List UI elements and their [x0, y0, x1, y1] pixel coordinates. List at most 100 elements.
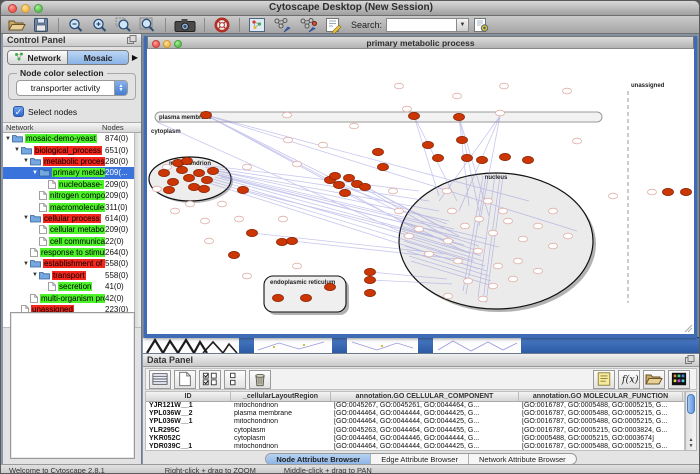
- tab-network[interactable]: Network: [8, 51, 67, 64]
- folder-button[interactable]: [643, 370, 665, 389]
- fx-button[interactable]: f(x): [618, 370, 640, 389]
- network-node[interactable]: [182, 157, 193, 164]
- tree-row[interactable]: ▼cellular process614(0): [3, 213, 141, 224]
- scrollbar-arrows[interactable]: ▲▼: [686, 437, 696, 449]
- zoom-selected-button[interactable]: [112, 16, 136, 33]
- background-window-fragment[interactable]: [347, 337, 418, 353]
- network-node[interactable]: [184, 174, 195, 181]
- tree-row[interactable]: response to stimulu264(0): [3, 247, 141, 258]
- network-node[interactable]: [159, 169, 170, 176]
- background-window-edge[interactable]: [521, 337, 699, 353]
- save-button[interactable]: [29, 16, 53, 33]
- network-node[interactable]: [277, 238, 288, 245]
- network-node[interactable]: [663, 188, 674, 195]
- tree-scrollbar[interactable]: [134, 133, 141, 327]
- network-window-titlebar[interactable]: primary metabolic process: [147, 36, 694, 49]
- network-node[interactable]: [164, 186, 175, 193]
- network-node[interactable]: [344, 174, 355, 181]
- zoom-in-button[interactable]: [88, 16, 112, 33]
- tree-expander-icon[interactable]: ▼: [23, 215, 30, 221]
- network-node[interactable]: [201, 111, 212, 118]
- table-row[interactable]: YPL036W__2plasma membrane[GO:0044464, GO…: [146, 410, 684, 418]
- search-input[interactable]: [386, 18, 456, 32]
- column-header[interactable]: annotation.GO MOLECULAR_FUNCTION: [519, 392, 683, 401]
- tree-expander-icon[interactable]: ▼: [32, 272, 39, 278]
- network-node[interactable]: [273, 294, 284, 301]
- tree-row[interactable]: ▼mosaic-demo-yeast874(0): [3, 133, 141, 144]
- network-node[interactable]: [681, 188, 692, 195]
- network-node[interactable]: [202, 176, 213, 183]
- tree-row[interactable]: ▼establishment of lo558(0): [3, 258, 141, 269]
- network-node[interactable]: [168, 178, 179, 185]
- table-row[interactable]: YPL036W__1mitochondrion[GO:0044464, GO:0…: [146, 418, 684, 426]
- tree-expander-icon[interactable]: ▼: [14, 147, 21, 153]
- edit-network-button[interactable]: [269, 16, 295, 33]
- tree-row[interactable]: nucleobase-209(0): [3, 179, 141, 190]
- trash-button[interactable]: [249, 370, 271, 389]
- background-window-fragment[interactable]: [254, 337, 332, 353]
- open-button[interactable]: [5, 16, 29, 33]
- tree-row[interactable]: ▼metabolic process280(0): [3, 156, 141, 167]
- tree-row[interactable]: ▼primary metabo209(...: [3, 167, 141, 178]
- node-color-dropdown[interactable]: transporter activity ▲▼: [16, 80, 128, 96]
- network-node[interactable]: [194, 169, 205, 176]
- network-node[interactable]: [360, 183, 371, 190]
- network-node[interactable]: [189, 183, 200, 190]
- table-scrollbar[interactable]: ▲▼: [685, 391, 697, 451]
- network-node[interactable]: [500, 153, 511, 160]
- network-node[interactable]: [229, 251, 240, 258]
- tab-overflow-icon[interactable]: ▶: [132, 53, 138, 62]
- attr-small-button[interactable]: [224, 370, 246, 389]
- tree-row[interactable]: ▼biological_process651(0): [3, 144, 141, 155]
- birdseye-button[interactable]: [245, 16, 269, 33]
- annotation-button[interactable]: [321, 16, 345, 33]
- network-node[interactable]: [340, 189, 351, 196]
- tab-edge-attribute-browser[interactable]: Edge Attribute Browser: [371, 454, 469, 464]
- network-node[interactable]: [238, 186, 249, 193]
- network-node[interactable]: [409, 112, 420, 119]
- search-dropdown-arrow-icon[interactable]: ▼: [456, 18, 469, 32]
- column-header[interactable]: ID: [146, 392, 231, 401]
- tree-row[interactable]: nitrogen compo209(0): [3, 190, 141, 201]
- tree-row[interactable]: ▼transport558(0): [3, 270, 141, 281]
- zoom-out-button[interactable]: [64, 16, 88, 33]
- network-node[interactable]: [365, 268, 376, 275]
- network-node[interactable]: [477, 156, 488, 163]
- network-node[interactable]: [457, 136, 468, 143]
- network-node[interactable]: [330, 172, 341, 179]
- network-node[interactable]: [433, 154, 444, 161]
- network-canvas[interactable]: plasma membranecytoplasmunassignedmitoch…: [147, 49, 694, 334]
- network-node[interactable]: [454, 113, 465, 120]
- newpage-button[interactable]: [174, 370, 196, 389]
- tree-row[interactable]: cellular metabo209(0): [3, 224, 141, 235]
- background-window-edge[interactable]: [418, 337, 433, 353]
- network-node[interactable]: [301, 294, 312, 301]
- tab-node-attribute-browser[interactable]: Node Attribute Browser: [266, 454, 371, 464]
- table-button[interactable]: [149, 370, 171, 389]
- edit-network-alt-button[interactable]: [295, 16, 321, 33]
- float-panel-icon[interactable]: [127, 35, 137, 46]
- column-header[interactable]: annotation.GO CELLULAR_COMPONENT: [331, 392, 519, 401]
- network-node[interactable]: [462, 154, 473, 161]
- tree-row[interactable]: multi-organism pro42(0): [3, 292, 141, 303]
- table-row[interactable]: YJR121W__1mitochondrion[GO:0045267, GO:0…: [146, 402, 684, 410]
- tab-network-attribute-browser[interactable]: Network Attribute Browser: [469, 454, 576, 464]
- network-node[interactable]: [423, 141, 434, 148]
- tree-row[interactable]: cell communicat22(0): [3, 236, 141, 247]
- network-node[interactable]: [325, 283, 336, 290]
- tree-expander-icon[interactable]: ▼: [23, 158, 30, 164]
- network-node[interactable]: [523, 156, 534, 163]
- tree-row[interactable]: macromolecule311(0): [3, 201, 141, 212]
- background-window-edge[interactable]: [332, 337, 347, 353]
- network-node[interactable]: [365, 289, 376, 296]
- tree-row[interactable]: secretion41(0): [3, 281, 141, 292]
- birdseye-view-panel[interactable]: [10, 312, 135, 459]
- notes-button[interactable]: [593, 370, 615, 389]
- network-node[interactable]: [208, 167, 219, 174]
- table-row[interactable]: YDR039C__1mitochondrion[GO:0044464, GO:0…: [146, 443, 684, 451]
- zoom-fit-button[interactable]: [136, 16, 160, 33]
- tree-expander-icon[interactable]: ▼: [32, 170, 39, 176]
- network-node[interactable]: [287, 237, 298, 244]
- network-node[interactable]: [378, 163, 389, 170]
- network-node[interactable]: [177, 166, 188, 173]
